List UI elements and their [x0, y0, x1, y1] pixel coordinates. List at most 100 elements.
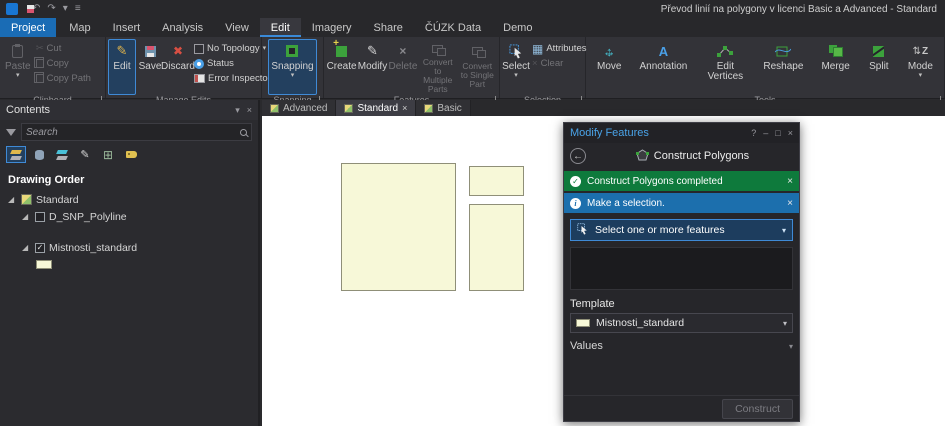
error-inspector-button[interactable]: Error Inspector	[192, 71, 273, 86]
copy-path-button[interactable]: Copy Path	[33, 71, 93, 86]
discard-edits-button[interactable]: ✖ Discard	[161, 39, 195, 95]
snapping-button[interactable]: Snapping ▾	[268, 39, 317, 95]
paste-button[interactable]: Paste ▾	[2, 39, 34, 95]
split-icon	[873, 42, 885, 60]
tool-title: Construct Polygons	[653, 150, 750, 162]
list-by-data-source-icon[interactable]	[29, 146, 49, 163]
layer-checkbox-unchecked[interactable]	[35, 211, 45, 222]
reshape-button[interactable]: Reshape	[760, 39, 806, 95]
polygon-feature-top-right[interactable]	[469, 166, 524, 196]
topology-dropdown[interactable]: No Topology ▾	[192, 41, 273, 56]
expand-caret-icon[interactable]: ◢	[22, 212, 31, 221]
polygon-feature-large[interactable]	[341, 163, 456, 291]
annotation-button[interactable]: A Annotation	[637, 39, 691, 95]
group-manage-edits: ✎ Edit Save ✖ Discard No Topology ▾ Stat…	[106, 37, 271, 105]
search-input[interactable]	[26, 126, 236, 138]
map-tab-standard[interactable]: Standard ×	[336, 100, 417, 116]
tab-close-icon[interactable]: ×	[402, 103, 407, 113]
layer-label: D_SNP_Polyline	[49, 210, 127, 223]
tab-edit[interactable]: Edit	[259, 18, 301, 37]
info-close-icon[interactable]: ×	[787, 198, 793, 209]
tab-imagery[interactable]: Imagery	[301, 18, 363, 37]
delete-button[interactable]: × Delete	[388, 39, 418, 95]
tab-analysis[interactable]: Analysis	[151, 18, 214, 37]
list-by-editing-icon[interactable]: ✎	[75, 146, 95, 163]
qat-customize-icon[interactable]: ▾	[63, 4, 68, 14]
map-name-label: Standard	[36, 193, 79, 206]
convert-multiple-icon	[432, 42, 447, 56]
title-bar: ↶ ↷ ▾ ≡ Převod linií na polygony v licen…	[0, 0, 945, 18]
tab-share[interactable]: Share	[363, 18, 414, 37]
values-collapse-icon[interactable]: ▾	[789, 342, 793, 351]
panel-menu-icon[interactable]: ▾	[235, 105, 240, 116]
tab-cuzk-data[interactable]: ČÚZK Data	[414, 18, 492, 37]
clear-button[interactable]: × Clear	[530, 56, 588, 71]
success-close-icon[interactable]: ×	[787, 176, 793, 187]
attributes-button[interactable]: ▦ Attributes	[530, 41, 588, 56]
redo-icon[interactable]: ↷	[47, 4, 55, 14]
template-value: Mistnosti_standard	[596, 317, 685, 329]
select-button[interactable]: Select ▾	[502, 39, 530, 95]
map-tab-advanced[interactable]: Advanced	[262, 100, 337, 116]
tab-insert[interactable]: Insert	[102, 18, 152, 37]
template-dropdown[interactable]: Mistnosti_standard ▾	[570, 313, 793, 333]
values-section-header[interactable]: Values ▾	[564, 333, 799, 354]
tab-map[interactable]: Map	[58, 18, 101, 37]
copy-button[interactable]: Copy	[33, 56, 93, 71]
selection-method-dropdown[interactable]: Select one or more features ▾	[570, 219, 793, 241]
annotation-icon: A	[658, 43, 669, 59]
float-icon[interactable]: □	[775, 128, 780, 138]
paste-caret-icon: ▾	[16, 72, 20, 79]
status-button[interactable]: Status	[192, 56, 273, 71]
convert-single-button[interactable]: Convert to Single Part	[458, 39, 498, 95]
edit-vertices-button[interactable]: Edit Vertices	[702, 39, 748, 95]
edit-toggle-button[interactable]: ✎ Edit	[108, 39, 136, 95]
tab-demo[interactable]: Demo	[492, 18, 543, 37]
modify-button[interactable]: ✎ Modify	[357, 39, 388, 95]
map-tab-icon	[270, 103, 279, 113]
merge-button[interactable]: Merge	[818, 39, 852, 95]
map-tab-basic[interactable]: Basic	[416, 100, 471, 116]
close-icon[interactable]: ×	[788, 128, 793, 138]
list-by-drawing-order-icon[interactable]	[6, 146, 26, 163]
list-by-labeling-icon[interactable]	[121, 146, 141, 163]
convert-single-icon	[471, 42, 486, 60]
help-icon[interactable]: ?	[751, 128, 756, 138]
back-button[interactable]: ←	[570, 148, 586, 164]
convert-multiple-button[interactable]: Convert to Multiple Parts	[418, 39, 458, 95]
error-inspector-icon	[194, 74, 205, 83]
save-edits-button[interactable]: Save	[136, 39, 164, 95]
expand-caret-icon[interactable]: ◢	[8, 195, 17, 204]
tab-view[interactable]: View	[214, 18, 260, 37]
menu-icon[interactable]: ≡	[75, 4, 81, 14]
success-message-text: Construct Polygons completed	[587, 175, 723, 187]
topology-icon	[194, 43, 204, 54]
minimize-icon[interactable]: –	[763, 128, 768, 138]
select-tool-icon	[577, 222, 589, 238]
contents-search-row	[0, 120, 258, 143]
cut-button[interactable]: ✂ Cut	[34, 41, 93, 56]
map-tree-item[interactable]: ◢ Standard	[0, 191, 258, 208]
modify-icon: ✎	[367, 43, 378, 58]
tool-header-row: ← Construct Polygons	[564, 143, 799, 169]
list-by-snapping-icon[interactable]: ⊞	[98, 146, 118, 163]
move-button[interactable]: ↔ ↕ Move	[594, 39, 624, 95]
polygon-feature-bottom-right[interactable]	[469, 204, 524, 291]
layer-item-polyline[interactable]: ◢ D_SNP_Polyline	[0, 208, 258, 225]
construct-button[interactable]: Construct	[722, 398, 793, 419]
tab-project[interactable]: Project	[0, 18, 57, 37]
create-button[interactable]: Create	[326, 38, 357, 95]
contents-view-tabs: ✎ ⊞	[0, 143, 258, 167]
layer-item-mistnosti[interactable]: ◢ ✓ Mistnosti_standard	[0, 239, 258, 256]
panel-close-icon[interactable]: ×	[247, 105, 252, 116]
selection-list-area[interactable]	[570, 247, 793, 290]
layer-checkbox-checked[interactable]: ✓	[35, 242, 45, 253]
template-caret-icon: ▾	[782, 318, 787, 328]
mode-button[interactable]: ⇅ Z Mode ▾	[905, 39, 936, 95]
layer-symbol-swatch[interactable]	[36, 260, 52, 269]
expand-caret-icon[interactable]: ◢	[22, 243, 31, 252]
filter-funnel-icon[interactable]	[6, 128, 16, 136]
list-by-selection-icon[interactable]	[52, 146, 72, 163]
delete-icon: ×	[399, 44, 407, 58]
split-button[interactable]: Split	[865, 39, 893, 95]
